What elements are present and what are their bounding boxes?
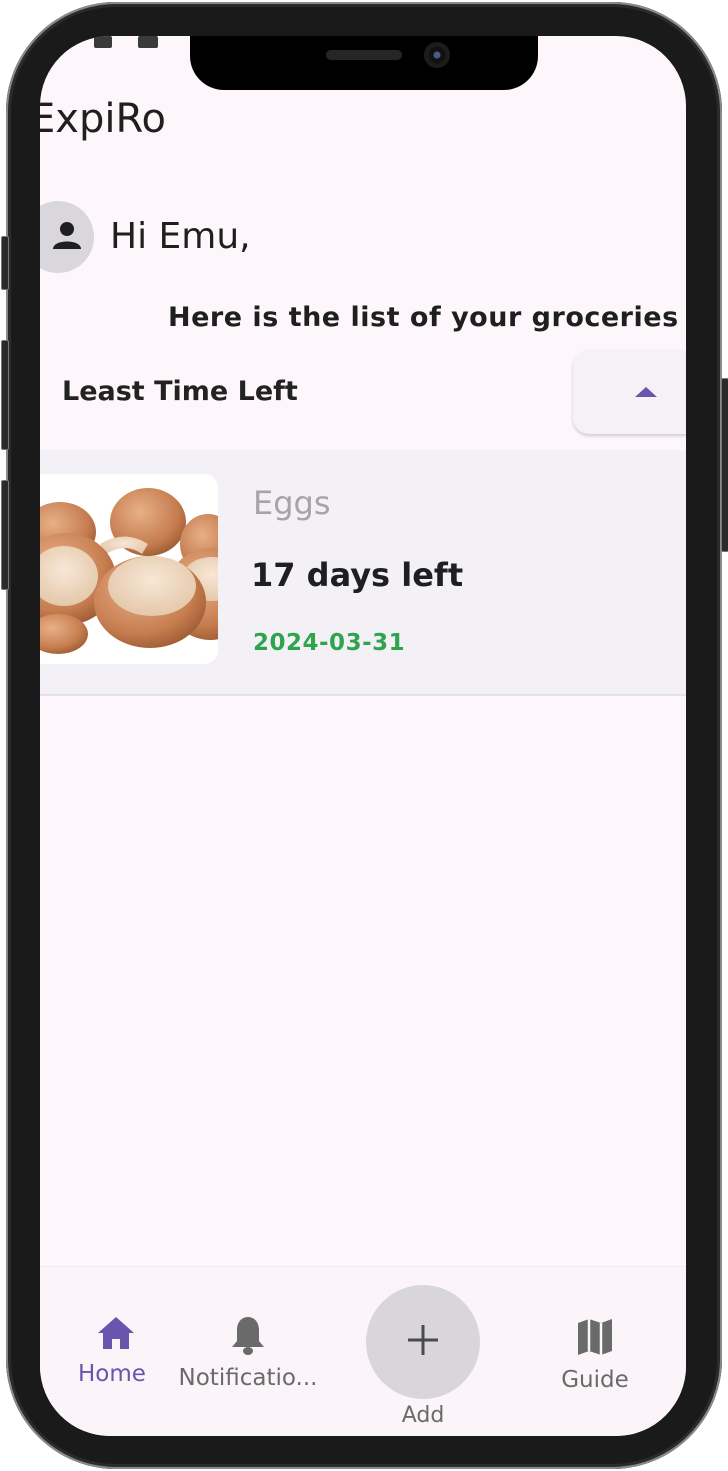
nav-item-guide[interactable]: Guide (530, 1317, 660, 1393)
map-icon (575, 1317, 615, 1361)
nav-label-home: Home (78, 1361, 146, 1387)
avatar[interactable] (40, 201, 94, 273)
nav-label-notifications: Notificatio... (178, 1365, 318, 1391)
side-button-volume-up (1, 340, 9, 450)
sort-label: Least Time Left (62, 376, 298, 407)
side-button-mute (1, 236, 9, 290)
days-left-text: 17 days left (251, 556, 464, 594)
expiry-date: 2024-03-31 (253, 630, 406, 656)
greeting-text: Hi Emu, (110, 216, 251, 257)
arrow-up-icon (635, 387, 657, 397)
front-camera (424, 42, 450, 68)
add-item-button[interactable] (366, 1285, 480, 1399)
bottom-navigation-bar: Home Notificatio... Add Guide (40, 1266, 686, 1436)
app-screen: ExpiRo Hi Emu, Here is the list of your … (40, 36, 686, 1436)
speaker-grille (326, 50, 402, 60)
list-subtitle: Here is the list of your groceries (168, 302, 679, 333)
status-icon (94, 36, 112, 48)
app-title: ExpiRo (40, 96, 166, 142)
item-image (40, 474, 218, 664)
grocery-item-card[interactable]: Eggs 17 days left 2024-03-31 (40, 450, 686, 696)
sort-order-button[interactable] (573, 350, 686, 434)
side-button-volume-down (1, 480, 9, 590)
nav-item-home[interactable]: Home (40, 1315, 154, 1387)
nav-item-notifications[interactable]: Notificatio... (168, 1315, 328, 1391)
person-icon (51, 219, 83, 255)
nav-label-guide: Guide (561, 1367, 629, 1393)
home-icon (96, 1315, 136, 1355)
side-button-power (721, 378, 728, 552)
bell-icon (230, 1315, 266, 1359)
plus-icon (406, 1323, 440, 1361)
status-icon (138, 36, 158, 48)
nav-label-add: Add (401, 1403, 445, 1428)
item-name: Eggs (253, 484, 331, 522)
device-notch (190, 36, 538, 90)
